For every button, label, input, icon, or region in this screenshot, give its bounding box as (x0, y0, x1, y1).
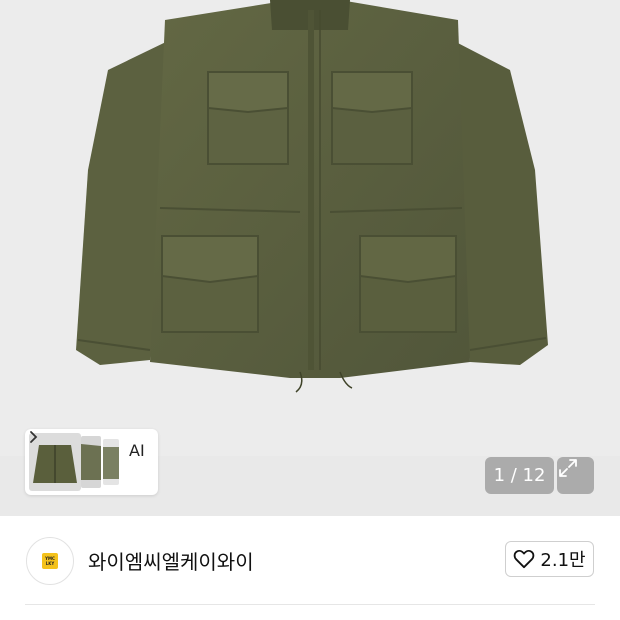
heart-icon (514, 549, 535, 569)
like-count: 2.1만 (540, 550, 586, 571)
image-counter: 1 / 12 (485, 457, 554, 494)
logo-text-bottom: LKY (45, 561, 55, 566)
expand-icon (559, 459, 577, 477)
chevron-right-icon[interactable] (25, 429, 41, 445)
thumbnail-3[interactable] (103, 439, 119, 485)
divider (25, 604, 595, 605)
seller-logo[interactable]: YMC LKY (26, 537, 74, 585)
seller-name[interactable]: 와이엠씨엘케이와이 (88, 546, 254, 575)
like-button[interactable]: 2.1만 (505, 541, 594, 577)
thumbnail-3-image (103, 447, 119, 479)
thumbnail-strip[interactable]: AI (25, 429, 158, 495)
expand-button[interactable] (557, 457, 594, 494)
seller-row[interactable]: YMC LKY 와이엠씨엘케이와이 2.1만 (0, 516, 620, 604)
seller-logo-badge: YMC LKY (42, 553, 58, 569)
thumbnail-2[interactable] (81, 436, 101, 488)
thumbnail-2-image (81, 444, 101, 480)
ai-label[interactable]: AI (129, 441, 145, 460)
product-image[interactable]: AI 1 / 12 (0, 0, 620, 516)
